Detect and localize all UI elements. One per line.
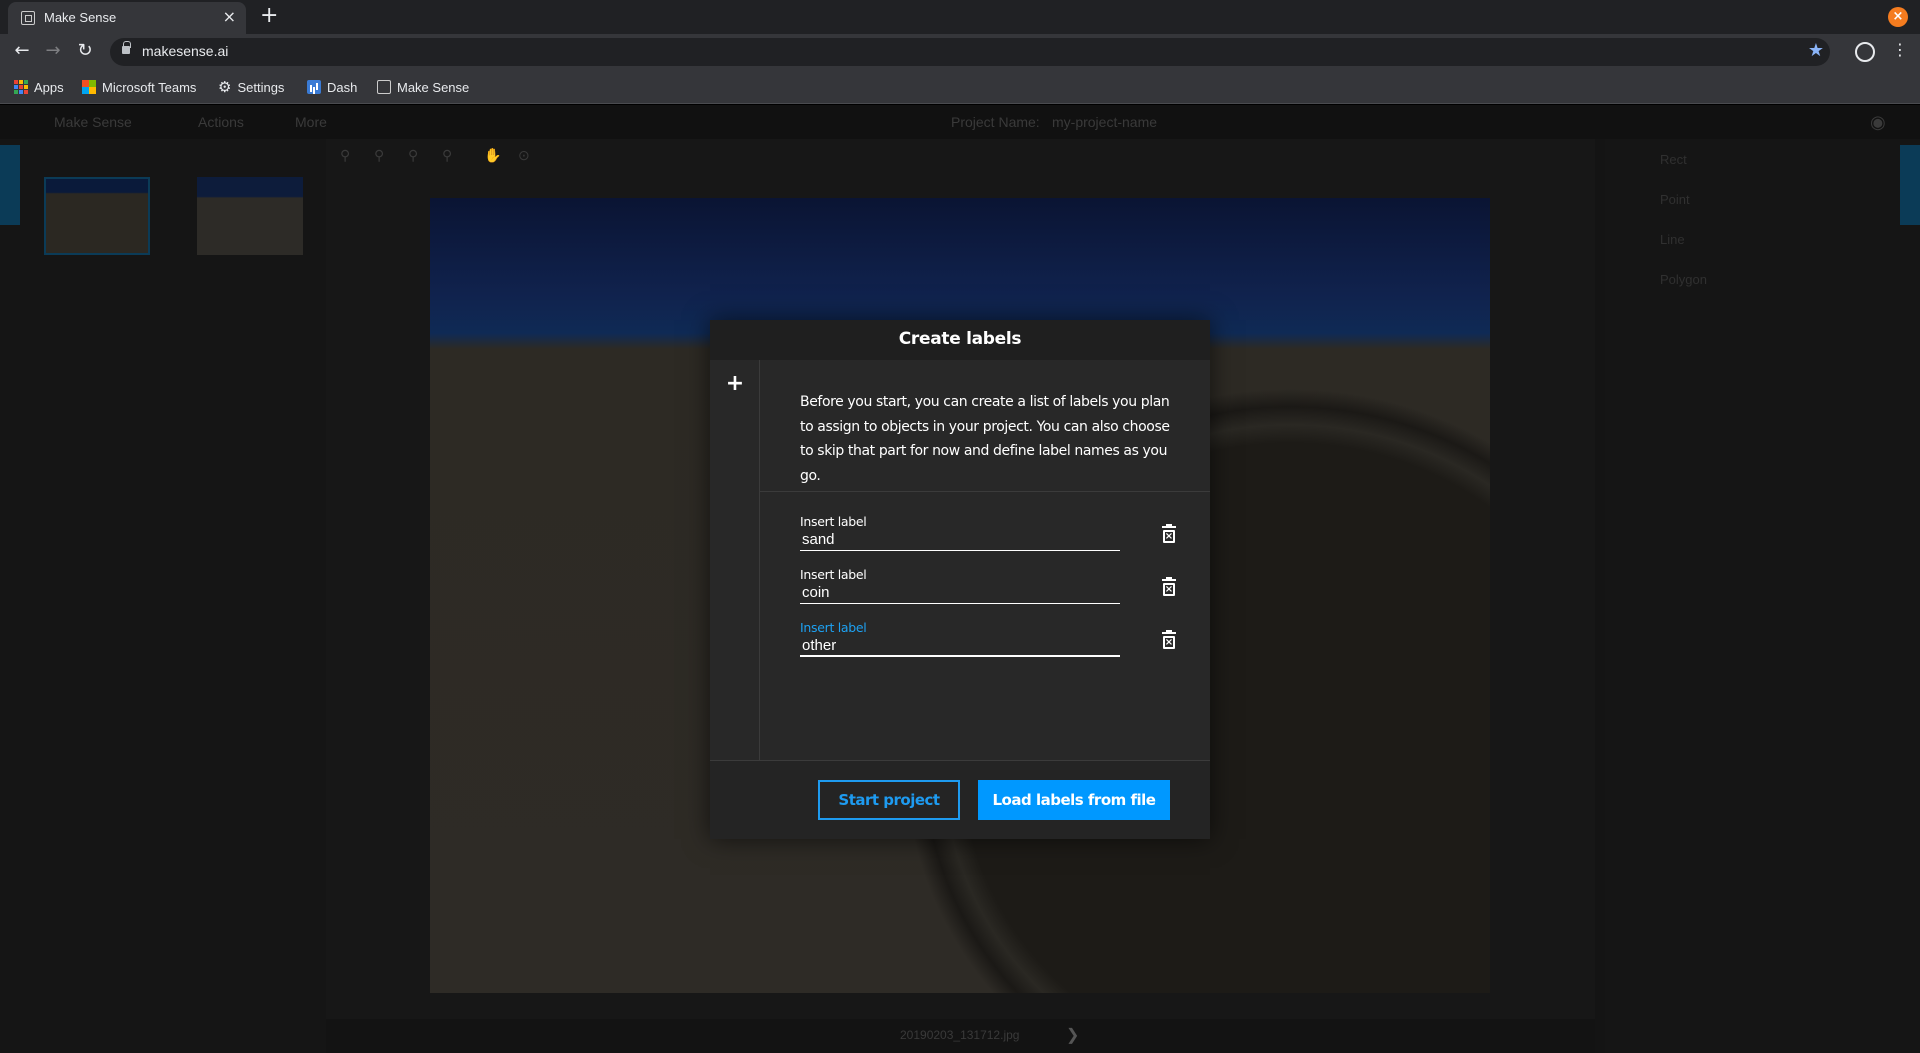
label-caption: Insert label <box>800 567 867 582</box>
gear-icon: ⚙ <box>218 79 232 96</box>
delete-label-icon[interactable]: × <box>1162 577 1176 596</box>
left-panel-toggle[interactable] <box>0 145 20 225</box>
label-caption: Insert label <box>800 514 867 529</box>
divider <box>760 491 1210 492</box>
modal-header: Create labels <box>710 320 1210 360</box>
bookmark-label: Dash <box>327 79 358 95</box>
image-filename: 20190203_131712.jpg <box>900 1028 1020 1042</box>
browser-toolbar: ← → ↻ makesense.ai ★ ⋮ <box>0 34 1920 70</box>
delete-label-icon[interactable]: × <box>1162 630 1176 649</box>
window-close-button[interactable]: × <box>1888 7 1908 27</box>
label-input[interactable] <box>800 635 1120 657</box>
start-project-button[interactable]: Start project <box>818 780 960 820</box>
zoom-out-icon[interactable]: ⚲ <box>374 147 384 164</box>
microsoft-logo-icon <box>82 80 96 94</box>
browser-tab[interactable]: Make Sense × <box>8 2 246 34</box>
zoom-fit-icon[interactable]: ⚲ <box>408 147 418 164</box>
image-list-panel <box>0 139 326 1053</box>
app-top-navbar: Make Sense Actions More Project Name: my… <box>0 105 1920 139</box>
hand-icon[interactable]: ✋ <box>484 147 501 164</box>
actions-menu[interactable]: Actions <box>198 114 244 130</box>
create-labels-modal: Create labels + Before you start, you ca… <box>710 320 1210 839</box>
image-thumbnail[interactable] <box>197 177 303 255</box>
bookmark-apps[interactable]: Apps <box>14 78 64 96</box>
profile-avatar-icon[interactable] <box>1855 42 1875 62</box>
zoom-in-icon[interactable]: ⚲ <box>340 147 350 164</box>
tool-point[interactable]: Point <box>1660 192 1690 207</box>
bookmark-label: Settings <box>237 79 285 95</box>
project-name-input[interactable]: my-project-name <box>1052 114 1157 130</box>
label-row: Insert label × <box>800 514 1180 558</box>
more-menu[interactable]: More <box>295 114 327 130</box>
modal-footer: Start project Load labels from file <box>710 760 1210 839</box>
zoom-max-icon[interactable]: ⚲ <box>442 147 452 164</box>
browser-menu-icon[interactable]: ⋮ <box>1892 40 1908 59</box>
crosshair-icon[interactable]: ⊙ <box>518 147 530 164</box>
reload-icon[interactable]: ↻ <box>73 40 97 61</box>
modal-description: Before you start, you can create a list … <box>800 394 1170 484</box>
tool-rect[interactable]: Rect <box>1660 152 1687 167</box>
github-icon[interactable]: ◉ <box>1870 112 1886 133</box>
bookmark-label: Microsoft Teams <box>102 79 197 95</box>
next-image-icon[interactable]: ❯ <box>1066 1025 1079 1045</box>
image-thumbnail[interactable] <box>44 177 150 255</box>
project-name-label: Project Name: <box>951 114 1040 130</box>
bookmark-settings[interactable]: ⚙ Settings <box>218 78 284 96</box>
make-sense-favicon-icon <box>377 80 391 94</box>
forward-arrow-icon[interactable]: → <box>41 40 65 61</box>
bookmark-make-sense[interactable]: Make Sense <box>377 78 469 96</box>
label-input[interactable] <box>800 529 1120 551</box>
delete-label-icon[interactable]: × <box>1162 524 1176 543</box>
bookmark-dash[interactable]: Dash <box>307 78 357 96</box>
browser-tab-bar: Make Sense × + × <box>0 0 1920 34</box>
label-row-active: Insert label × <box>800 620 1180 664</box>
new-tab-button[interactable]: + <box>260 4 278 28</box>
bookmarks-bar: Apps Microsoft Teams ⚙ Settings Dash Mak… <box>0 70 1920 104</box>
back-arrow-icon[interactable]: ← <box>10 40 34 61</box>
modal-title: Create labels <box>898 329 1022 349</box>
load-labels-button[interactable]: Load labels from file <box>978 780 1170 820</box>
modal-body: + Before you start, you can create a lis… <box>710 360 1210 760</box>
bookmark-star-icon[interactable]: ★ <box>1808 40 1824 61</box>
bookmark-label: Apps <box>34 79 64 95</box>
tab-title: Make Sense <box>44 10 117 25</box>
label-row: Insert label × <box>800 567 1180 611</box>
tool-polygon[interactable]: Polygon <box>1660 272 1707 287</box>
address-bar[interactable]: makesense.ai ★ <box>110 38 1830 66</box>
label-tools-panel: Rect Point Line Polygon <box>1605 139 1920 1053</box>
make-sense-favicon-icon <box>21 11 35 25</box>
bookmark-label: Make Sense <box>397 79 470 95</box>
add-label-icon[interactable]: + <box>724 373 746 396</box>
dash-chart-icon <box>307 80 321 94</box>
lock-icon <box>122 41 131 54</box>
apps-grid-icon <box>14 80 28 94</box>
bookmark-microsoft-teams[interactable]: Microsoft Teams <box>82 78 196 96</box>
image-navigation-bar: 20190203_131712.jpg ❯ <box>326 1019 1595 1053</box>
tool-line[interactable]: Line <box>1660 232 1685 247</box>
url-text: makesense.ai <box>142 43 229 59</box>
label-input[interactable] <box>800 582 1120 604</box>
modal-left-toolbar: + <box>710 360 760 760</box>
tab-close-icon[interactable]: × <box>223 7 236 26</box>
app-brand[interactable]: Make Sense <box>54 114 132 130</box>
right-panel-toggle[interactable] <box>1900 145 1920 225</box>
label-caption: Insert label <box>800 620 867 635</box>
